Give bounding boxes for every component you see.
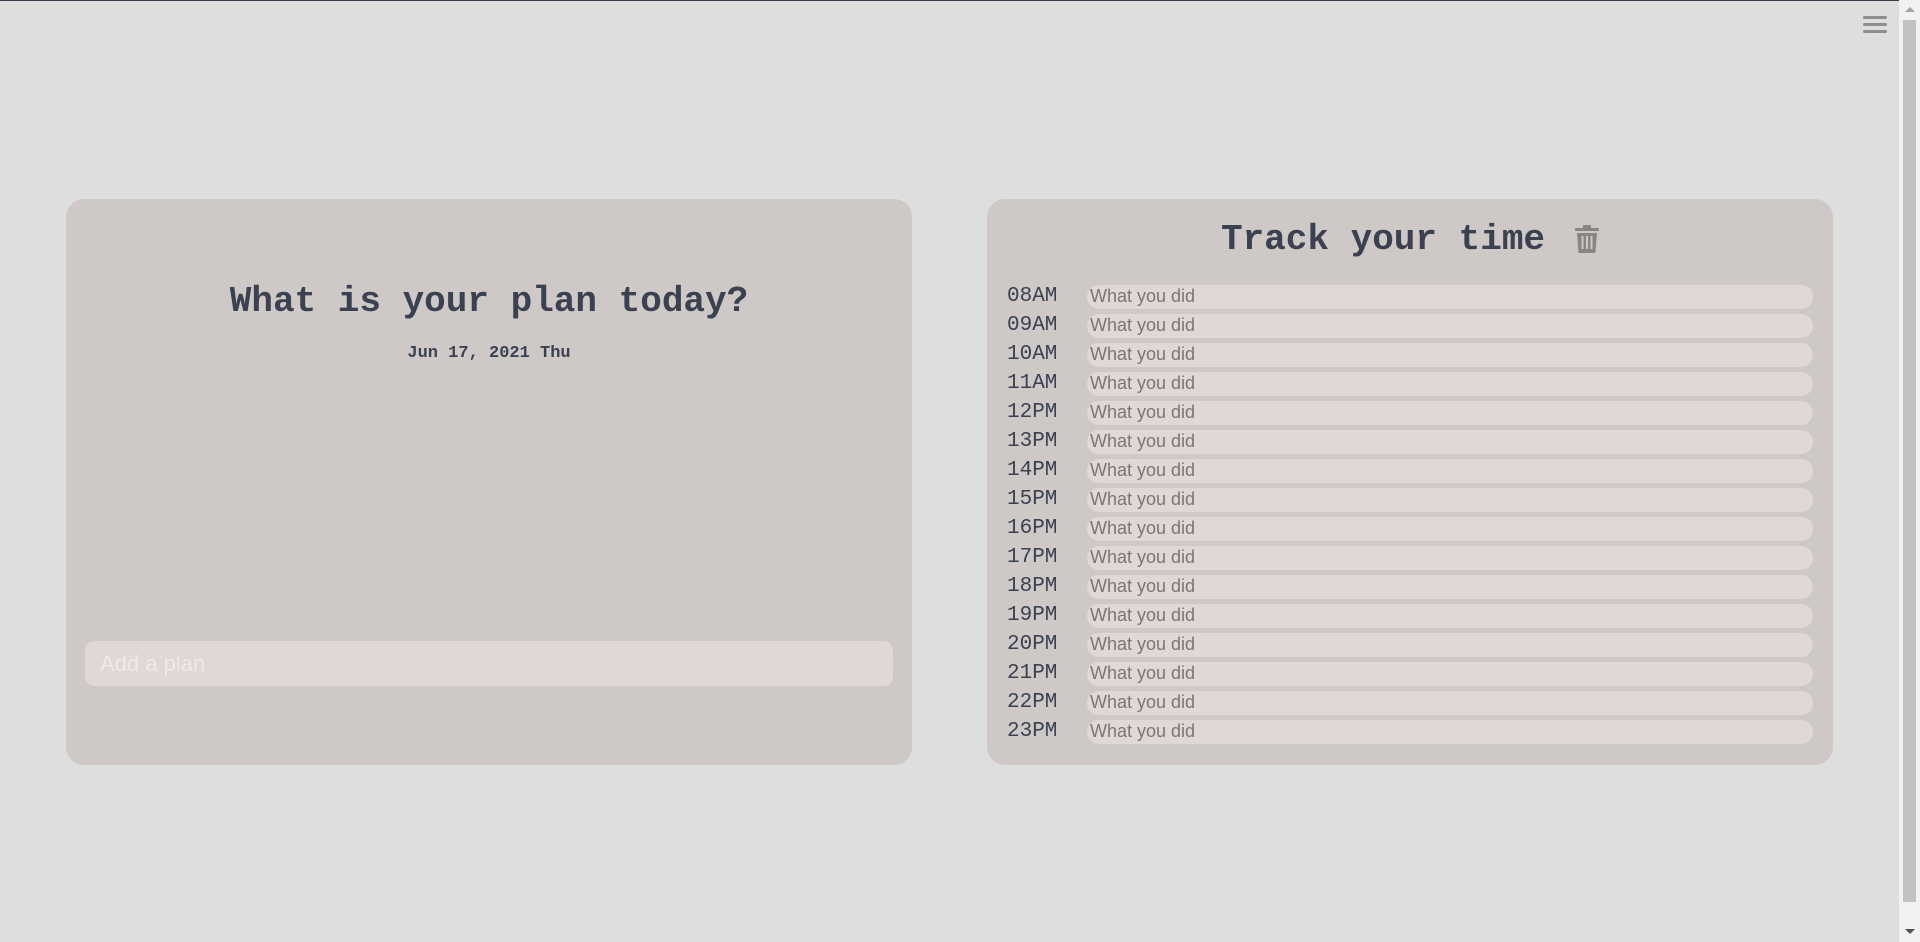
time-entry-input[interactable] — [1087, 603, 1813, 628]
time-entry-row: 08AM — [1007, 282, 1813, 311]
time-label: 10AM — [1007, 343, 1058, 366]
time-label: 20PM — [1007, 633, 1058, 656]
time-entry-input[interactable] — [1087, 545, 1813, 570]
time-entry-input[interactable] — [1087, 719, 1813, 744]
tracker-title: Track your time — [1220, 218, 1546, 260]
scroll-down-arrow-icon[interactable] — [1905, 929, 1915, 934]
time-label: 18PM — [1007, 575, 1058, 598]
time-entry-row: 16PM — [1007, 514, 1813, 543]
time-entry-row: 15PM — [1007, 485, 1813, 514]
time-entry-row: 21PM — [1007, 659, 1813, 688]
time-entry-input[interactable] — [1087, 661, 1813, 686]
plan-title: What is your plan today? — [229, 281, 749, 322]
time-entry-input[interactable] — [1087, 371, 1813, 396]
vertical-scrollbar[interactable] — [1899, 0, 1920, 942]
time-entry-input[interactable] — [1087, 429, 1813, 454]
time-entry-input[interactable] — [1087, 342, 1813, 367]
hamburger-menu-icon[interactable] — [1863, 16, 1887, 36]
time-entry-row: 18PM — [1007, 572, 1813, 601]
time-tracker-panel: Track your time 08AM 09AM 10AM 11AM 12PM 13PM… — [987, 199, 1833, 765]
window-top-border — [0, 0, 1920, 1]
scroll-up-arrow-icon[interactable] — [1905, 7, 1915, 12]
tracker-header: Track your time — [987, 217, 1833, 261]
time-entry-row: 11AM — [1007, 369, 1813, 398]
plan-date: Jun 17, 2021 Thu — [407, 344, 571, 363]
time-label: 13PM — [1007, 430, 1058, 453]
time-entry-row: 13PM — [1007, 427, 1813, 456]
time-entry-row: 09AM — [1007, 311, 1813, 340]
time-entry-input[interactable] — [1087, 487, 1813, 512]
time-entry-input[interactable] — [1087, 574, 1813, 599]
time-label: 08AM — [1007, 285, 1058, 308]
time-label: 09AM — [1007, 314, 1058, 337]
time-entry-row: 20PM — [1007, 630, 1813, 659]
time-entry-input[interactable] — [1087, 516, 1813, 541]
time-entry-row: 10AM — [1007, 340, 1813, 369]
add-plan-input[interactable] — [85, 641, 893, 686]
scrollbar-thumb[interactable] — [1903, 20, 1916, 902]
time-label: 17PM — [1007, 546, 1058, 569]
time-entry-input[interactable] — [1087, 313, 1813, 338]
time-label: 21PM — [1007, 662, 1058, 685]
time-entry-input[interactable] — [1087, 632, 1813, 657]
time-label: 23PM — [1007, 720, 1058, 743]
time-label: 11AM — [1007, 372, 1058, 395]
time-label: 19PM — [1007, 604, 1058, 627]
time-entry-list: 08AM 09AM 10AM 11AM 12PM 13PM 14PM 15PM 16PM 17PM… — [1007, 282, 1813, 746]
time-entry-input[interactable] — [1087, 400, 1813, 425]
time-label: 12PM — [1007, 401, 1058, 424]
time-label: 14PM — [1007, 459, 1058, 482]
time-entry-row: 12PM — [1007, 398, 1813, 427]
time-label: 22PM — [1007, 691, 1058, 714]
time-entry-input[interactable] — [1087, 284, 1813, 309]
time-label: 16PM — [1007, 517, 1058, 540]
time-label: 15PM — [1007, 488, 1058, 511]
trash-icon[interactable] — [1575, 225, 1600, 253]
time-entry-row: 23PM — [1007, 717, 1813, 746]
plan-panel: What is your plan today? Jun 17, 2021 Th… — [66, 199, 912, 765]
time-entry-row: 22PM — [1007, 688, 1813, 717]
time-entry-row: 14PM — [1007, 456, 1813, 485]
time-entry-input[interactable] — [1087, 690, 1813, 715]
time-entry-row: 17PM — [1007, 543, 1813, 572]
time-entry-input[interactable] — [1087, 458, 1813, 483]
time-entry-row: 19PM — [1007, 601, 1813, 630]
